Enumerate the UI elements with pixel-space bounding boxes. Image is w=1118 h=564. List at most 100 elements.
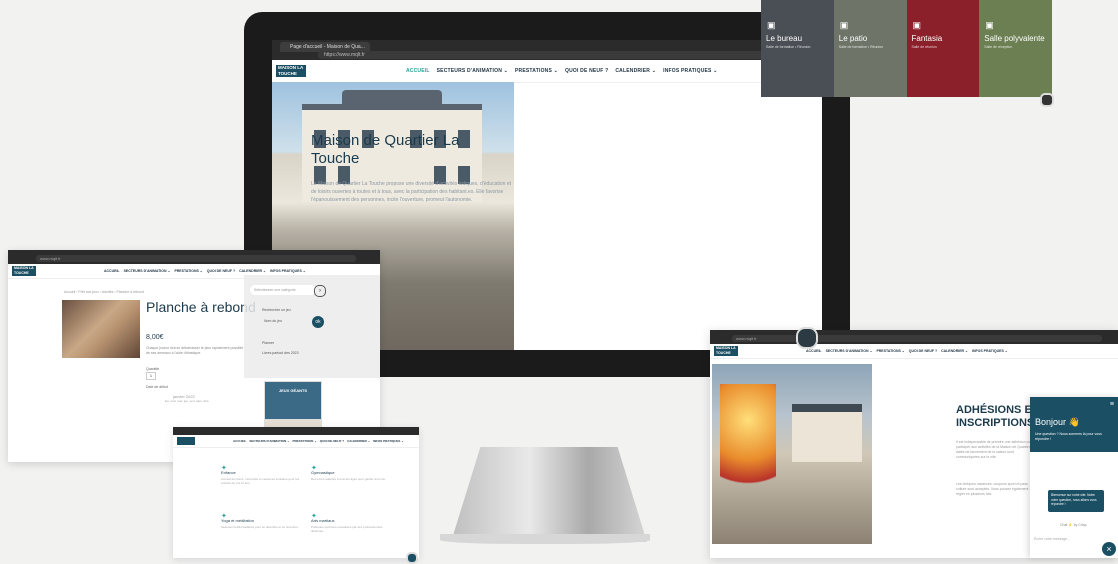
illuminated-reindeer [720, 384, 776, 504]
search-button[interactable]: ok [312, 316, 324, 328]
nav-item-5[interactable]: INFOS PRATIQUES ⌄ [663, 68, 717, 74]
site-nav: MAISON LA TOUCHE ACCUEIL SECTEURS D'ANIMA… [272, 60, 822, 83]
nav-item-3[interactable]: QUOI DE NEUF ? [207, 269, 235, 273]
nav-item-1[interactable]: SECTEURS D'ANIMATION ⌄ [826, 349, 873, 353]
feature-item[interactable]: ✦ Gymnastique Des cours adaptés à tous les… [311, 465, 391, 481]
scroll-dot-icon[interactable] [1040, 93, 1054, 107]
monitor-stand [451, 447, 647, 542]
site-logo[interactable] [177, 437, 195, 445]
site-logo[interactable]: MAISON LA TOUCHE [276, 65, 306, 77]
nav-links: ACCUEIL SECTEURS D'ANIMATION ⌄ PRESTATIONS… [806, 349, 1008, 353]
chat-subtitle: Une question ? Nous sommes là pour vous … [1035, 432, 1102, 441]
address-bar[interactable]: www.mqlt.fr [732, 335, 1102, 342]
side-label: Planner [262, 341, 275, 345]
room-name: Le patio [838, 34, 868, 43]
product-image [62, 300, 140, 358]
game-thumbnail[interactable]: JEUX GÉANTS [264, 381, 322, 421]
feature-item[interactable]: ✦ Enfance Accueil de loisirs, mercredis et… [221, 465, 301, 485]
room-card[interactable]: ▣ Fantasia Salle de réunion [906, 0, 980, 97]
search-label: Rechercher un jeu [262, 308, 291, 312]
nav-item-4[interactable]: CALENDRIER ⌄ [615, 68, 656, 74]
menu-icon[interactable]: ≡ [1110, 401, 1114, 408]
site-nav: MAISON LA TOUCHE ACCUEIL SECTEURS D'ANIMA… [710, 344, 1118, 359]
building-facade [792, 404, 862, 462]
nav-links: ACCUEIL SECTEURS D'ANIMATION ⌄ PRESTATIONS… [233, 439, 404, 443]
chat-message: Bienvenue sur notre site. Notre votre qu… [1048, 490, 1104, 512]
adhesions-text: Il est indispensable de prendre une adhé… [956, 440, 1038, 459]
winter-photo [712, 364, 872, 544]
address-bar[interactable]: www.mqlt.fr [36, 255, 356, 262]
site-logo[interactable]: MAISON LA TOUCHE [714, 346, 738, 356]
product-description: Chaque joueur doit se débarrasser le plu… [146, 346, 244, 355]
breadcrumb[interactable]: Accueil › Prêt aux jeux › Adultes › Plan… [64, 290, 144, 294]
chat-input[interactable]: Écrire votre message... [1034, 537, 1070, 541]
nav-item-4[interactable]: CALENDRIER ⌄ [941, 349, 968, 353]
feature-text: Pratiques sportives encadrées par des pr… [311, 525, 383, 533]
nav-links: ACCUEIL SECTEURS D'ANIMATION ⌄ PRESTATIONS… [104, 269, 306, 273]
quantity-label: Quantité [146, 367, 160, 371]
nav-item-3[interactable]: QUOI DE NEUF ? [565, 68, 608, 74]
room-name: Le bureau [766, 34, 803, 43]
feature-title: Enfance [221, 470, 236, 475]
product-title: Planche à rebond [146, 299, 256, 315]
category-select[interactable]: Sélectionner une catégorie [250, 285, 316, 295]
nav-item-1[interactable]: SECTEURS D'ANIMATION ⌄ [124, 269, 171, 273]
room-icon: ▣ [839, 20, 849, 30]
adhesions-text-2: Les chèques vacances, coupons sport et p… [956, 482, 1029, 496]
thumbnail-title: JEUX GÉANTS [278, 388, 308, 393]
date-label: Date de début [146, 385, 168, 389]
room-card[interactable]: ▣ Salle polyvalente Salle de réception [979, 0, 1052, 97]
chat-powered-by[interactable]: Chat ⚡ by Crisp [1060, 523, 1087, 527]
quantity-input[interactable]: 1 [146, 372, 156, 380]
nav-links: ACCUEIL SECTEURS D'ANIMATION ⌄ PRESTATIONS… [406, 68, 718, 74]
browser-chrome [173, 427, 419, 435]
nav-item-2[interactable]: PRESTATIONS ⌄ [515, 68, 558, 74]
chat-widget: Bonjour 👋 Une question ? Nous sommes là … [1030, 397, 1118, 558]
room-icon: ▣ [985, 20, 994, 30]
feature-text: Accueil de loisirs, mercredis et vacance… [221, 477, 300, 485]
browser-chrome: www.mqlt.fr [710, 330, 1118, 344]
room-card[interactable]: ▣ Le patio Salle de formation • Réunion [833, 0, 907, 97]
room-subtitle: Salle de réception [984, 45, 1013, 49]
address-bar[interactable]: https://www.mqlt.fr [318, 51, 808, 59]
nav-item-5[interactable]: INFOS PRATIQUES ⌄ [270, 269, 306, 273]
side-sub: Livres partout des 2023 [262, 351, 299, 355]
nav-item-3[interactable]: QUOI DE NEUF ? [909, 349, 937, 353]
nav-item-2[interactable]: PRESTATIONS ⌄ [293, 439, 317, 443]
chat-header: Bonjour 👋 Une question ? Nous sommes là … [1030, 397, 1118, 452]
room-subtitle: Salle de formation • Réunion [766, 45, 811, 49]
feature-item[interactable]: ✦ Arts martiaux Pratiques sportives encadr… [311, 513, 391, 533]
nav-item-5[interactable]: INFOS PRATIQUES ⌄ [972, 349, 1008, 353]
search-input[interactable]: Nom du jeu [264, 319, 282, 323]
nav-item-5[interactable]: INFOS PRATIQUES ⌄ [373, 439, 404, 443]
feature-text: Séances hebdomadaires pour se détendre e… [221, 525, 299, 529]
feature-title: Arts martiaux [311, 518, 335, 523]
nav-item-0[interactable]: ACCUEIL [406, 68, 430, 74]
nav-item-0[interactable]: ACCUEIL [806, 349, 822, 353]
nav-item-4[interactable]: CALENDRIER ⌄ [347, 439, 370, 443]
nav-item-2[interactable]: PRESTATIONS ⌄ [174, 269, 202, 273]
nav-item-1[interactable]: SECTEURS D'ANIMATION ⌄ [437, 68, 508, 74]
chat-bubble-icon[interactable] [796, 327, 818, 349]
room-card[interactable]: ▣ Le bureau Salle de formation • Réunion [761, 0, 834, 97]
feature-text: Des cours adaptés à tous les âges pour g… [311, 477, 386, 481]
filter-panel: Sélectionner une catégorie › Rechercher … [244, 275, 380, 378]
nav-item-4[interactable]: CALENDRIER ⌄ [239, 269, 266, 273]
scroll-dot-icon[interactable] [406, 552, 418, 564]
room-name: Salle polyvalente [984, 34, 1045, 43]
calendar-header[interactable]: janvier 2022 lun. mar. mer. jeu. ven. sa… [165, 394, 209, 403]
nav-item-0[interactable]: ACCUEIL [233, 439, 246, 443]
nav-item-2[interactable]: PRESTATIONS ⌄ [876, 349, 904, 353]
hero-text: La Maison de Quartier La Touche propose … [311, 181, 511, 203]
close-chat-icon[interactable]: × [1102, 542, 1116, 556]
room-cards: ▣ Le bureau Salle de formation • Réunion ▣ L… [761, 0, 1052, 97]
site-logo[interactable]: MAISON LA TOUCHE [12, 266, 36, 276]
nav-item-1[interactable]: SECTEURS D'ANIMATION ⌄ [249, 439, 289, 443]
feature-item[interactable]: ✦ Yoga et méditation Séances hebdomadaires… [221, 513, 301, 529]
nav-item-0[interactable]: ACCUEIL [104, 269, 120, 273]
monitor-base [440, 534, 650, 544]
next-icon[interactable]: › [314, 285, 326, 297]
nav-item-3[interactable]: QUOI DE NEUF ? [320, 439, 344, 443]
feature-title: Gymnastique [311, 470, 335, 475]
calendar-days: lun. mar. mer. jeu. ven. sam. dim. [165, 399, 210, 403]
